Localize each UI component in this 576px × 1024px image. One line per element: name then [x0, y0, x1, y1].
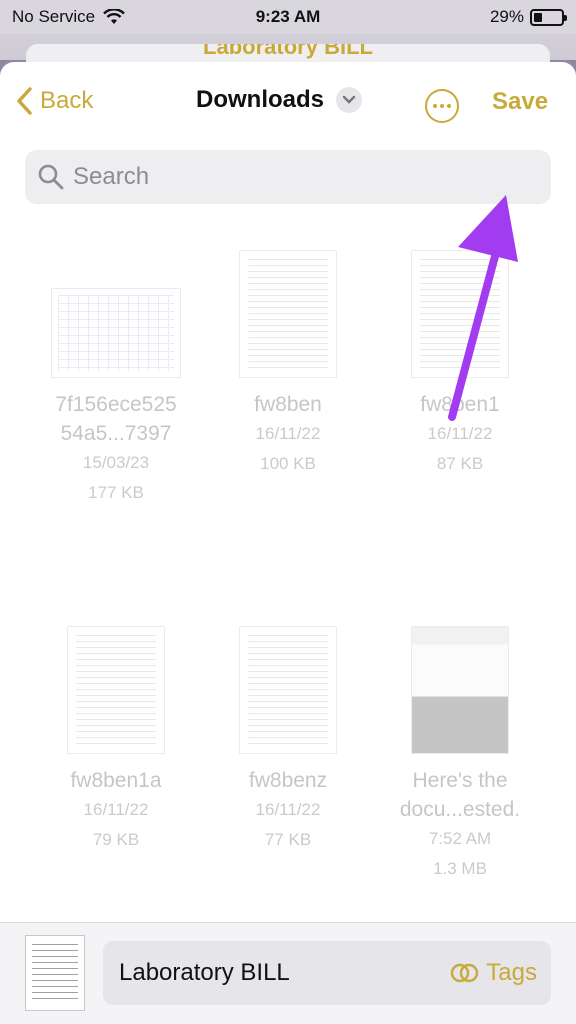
file-size: 79 KB	[92, 830, 140, 849]
file-item[interactable]: fw8ben1a 16/11/22 79 KB	[36, 626, 196, 855]
file-item[interactable]: fw8benz 16/11/22 77 KB	[208, 626, 368, 855]
save-button[interactable]: Save	[492, 88, 548, 116]
status-bar: No Service 9:23 AM 29%	[0, 0, 576, 34]
file-name: 7f156ece525	[55, 393, 177, 416]
file-size: 87 KB	[436, 454, 484, 473]
file-name-field[interactable]: Tags	[103, 941, 551, 1005]
file-name: fw8ben	[254, 393, 322, 416]
file-date: 16/11/22	[255, 800, 321, 819]
chevron-down-icon[interactable]	[336, 87, 363, 113]
file-name-input[interactable]	[119, 959, 419, 987]
file-thumbnail	[411, 626, 509, 754]
background-title: Laboratory BILL	[203, 44, 373, 59]
document-preview	[248, 635, 328, 745]
file-date: 16/11/22	[83, 800, 149, 819]
battery-fill	[534, 12, 542, 22]
file-name: fw8ben1	[420, 393, 500, 416]
file-thumbnail	[239, 250, 337, 378]
battery-percent: 29%	[489, 7, 524, 26]
file-thumbnail	[51, 288, 181, 378]
location-selector[interactable]: Downloads	[196, 86, 363, 114]
file-size: 100 KB	[260, 454, 316, 473]
spreadsheet-preview	[58, 295, 174, 371]
save-sheet: Back Downloads Save Search 7f156ece525 5…	[0, 62, 576, 1024]
file-date: 16/11/22	[427, 424, 493, 443]
wifi-icon	[103, 9, 125, 24]
status-left: No Service	[12, 7, 125, 27]
file-thumbnail	[239, 626, 337, 754]
file-thumbnail	[67, 626, 165, 754]
tags-button[interactable]: Tags	[450, 959, 537, 987]
file-name: fw8benz	[248, 769, 328, 792]
battery-icon	[530, 8, 567, 26]
document-preview	[76, 635, 156, 745]
document-preview	[420, 259, 500, 369]
file-item[interactable]: 7f156ece525 54a5...7397 15/03/23 177 KB	[36, 242, 196, 508]
file-name-line2: docu...ested.	[399, 798, 521, 821]
file-date: 7:52 AM	[428, 829, 492, 848]
save-options-bar: Tags	[0, 922, 576, 1024]
file-name: Here's the	[412, 769, 508, 792]
back-button[interactable]: Back	[14, 86, 93, 116]
file-date: 16/11/22	[255, 424, 321, 443]
file-name-line2: 54a5...7397	[60, 422, 172, 445]
more-options-button[interactable]	[425, 89, 459, 123]
more-dot-icon	[440, 104, 444, 108]
file-thumbnail	[411, 250, 509, 378]
nav-bar: Back Downloads Save	[0, 62, 576, 148]
file-size: 177 KB	[88, 483, 144, 502]
file-date: 15/03/23	[82, 453, 150, 472]
tags-icon	[451, 963, 479, 983]
page-title: Downloads	[196, 86, 325, 113]
file-size: 77 KB	[264, 830, 312, 849]
status-right: 29%	[489, 7, 567, 27]
document-preview	[32, 944, 78, 1002]
document-thumbnail	[25, 935, 85, 1011]
search-input[interactable]	[73, 163, 513, 191]
document-preview	[248, 259, 328, 369]
file-item[interactable]: fw8ben 16/11/22 100 KB	[208, 242, 368, 479]
screenshot-preview	[412, 627, 508, 753]
more-dot-icon	[447, 104, 451, 108]
tags-label: Tags	[486, 959, 537, 986]
search-bar[interactable]	[25, 150, 551, 204]
file-item[interactable]: fw8ben1 16/11/22 87 KB	[380, 242, 540, 479]
carrier-label: No Service	[12, 7, 96, 26]
search-icon	[38, 164, 64, 190]
more-dot-icon	[433, 104, 437, 108]
screen: No Service 9:23 AM 29% Laboratory BILL B…	[0, 0, 576, 1024]
file-size: 1.3 MB	[433, 859, 487, 878]
file-item[interactable]: Here's the docu...ested. 7:52 AM 1.3 MB	[380, 626, 540, 884]
chevron-left-icon	[17, 87, 32, 115]
file-name: fw8ben1a	[70, 769, 162, 792]
back-label: Back	[40, 87, 94, 114]
